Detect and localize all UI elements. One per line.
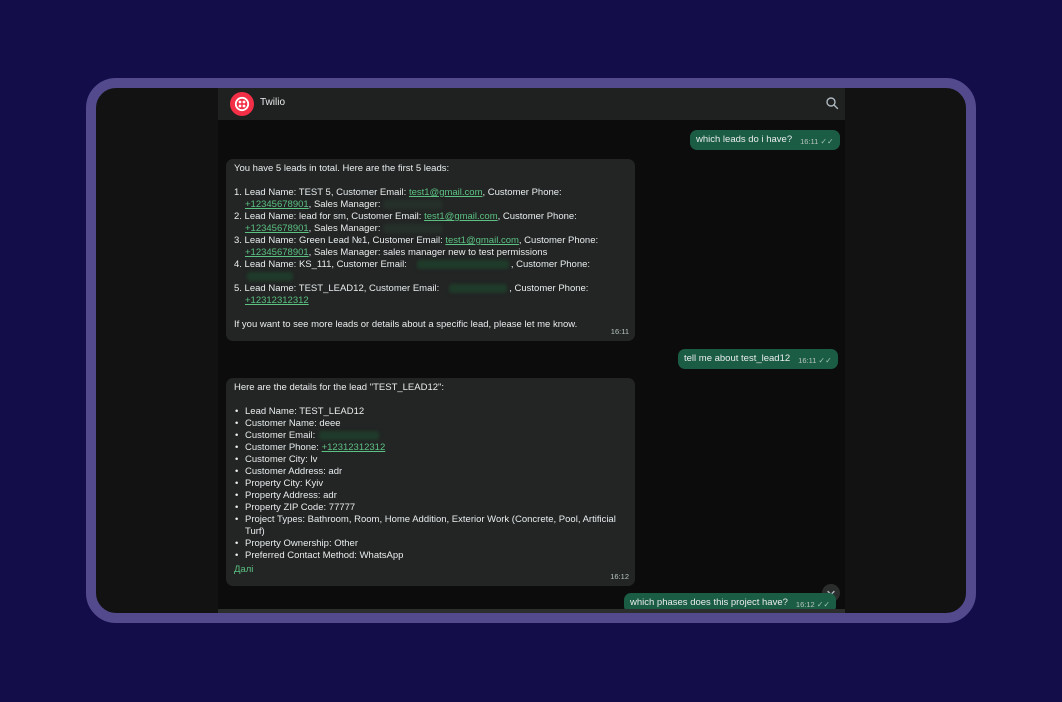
phone-link[interactable]: +12345678901 [245, 199, 309, 210]
list-item-cont: +12345678901, Sales Manager: sales manag… [245, 247, 548, 258]
redacted-text [247, 271, 293, 281]
twilio-logo-icon[interactable] [230, 92, 254, 116]
redacted-text [416, 259, 509, 269]
app-window: Twilio which leads do i have? 16:11 ✓✓ You… [86, 78, 976, 623]
message-text: which phases does this project have? [630, 597, 788, 608]
list-item-cont: +12312312312 [234, 295, 627, 307]
message-time: 16:11 [800, 137, 819, 146]
chat-panel: Twilio which leads do i have? 16:11 ✓✓ You… [218, 88, 845, 613]
list-item: Project Types: Bathroom, Room, Home Addi… [234, 514, 627, 526]
list-item: Customer City: lv [234, 454, 627, 466]
double-check-icon: ✓✓ [816, 600, 831, 609]
list-item: Property Ownership: Other [234, 538, 627, 550]
email-link[interactable]: test1@gmail.com [409, 187, 483, 198]
email-link[interactable]: test1@gmail.com [424, 211, 498, 222]
message-time: 16:11 [798, 356, 817, 365]
list-item-cont: +12345678901, Sales Manager: [234, 223, 627, 235]
list-item: Property City: Kyiv [234, 478, 627, 490]
double-check-icon: ✓✓ [820, 137, 834, 146]
contact-name: Twilio [260, 97, 286, 108]
list-item-cont: Turf) [245, 526, 265, 537]
list-item: Customer Name: deee [234, 418, 627, 430]
list-item: Customer Email: [234, 430, 627, 442]
redacted-text [319, 430, 380, 440]
incoming-message[interactable]: You have 5 leads in total. Here are the … [226, 159, 635, 341]
message-time: 16:12 [795, 600, 815, 609]
list-item: 3. Lead Name: Green Lead №1, Customer Em… [234, 235, 599, 246]
outgoing-message[interactable]: which leads do i have? 16:11 ✓✓ [690, 130, 840, 150]
message-text: Here are the details for the lead "TEST_… [234, 382, 445, 393]
incoming-message[interactable]: Here are the details for the lead "TEST_… [226, 378, 635, 586]
message-text: which leads do i have? [696, 134, 793, 145]
list-item: Customer Address: adr [234, 466, 627, 478]
list-item: Property Address: adr [234, 490, 627, 502]
message-text: tell me about test_lead12 [684, 353, 791, 364]
search-icon[interactable] [825, 96, 839, 110]
phone-link[interactable]: +12345678901 [245, 247, 309, 258]
composer-edge [218, 609, 845, 613]
message-text: You have 5 leads in total. Here are the … [234, 163, 450, 174]
double-check-icon: ✓✓ [818, 356, 832, 365]
phone-link[interactable]: +12312312312 [322, 442, 386, 453]
redacted-text [449, 283, 508, 293]
email-link[interactable]: test1@gmail.com [445, 235, 519, 246]
list-item: Customer Phone: +12312312312 [234, 442, 627, 454]
redacted-text [382, 223, 443, 233]
phone-link[interactable]: +12312312312 [245, 295, 309, 306]
read-more-link[interactable]: Далі [234, 564, 253, 576]
chat-header[interactable]: Twilio [218, 88, 845, 120]
list-item: 4. Lead Name: KS_111, Customer Email:, C… [234, 259, 591, 270]
list-item-cont: +12345678901, Sales Manager: [234, 199, 627, 211]
list-item: Preferred Contact Method: WhatsApp [234, 550, 627, 562]
outgoing-message[interactable]: tell me about test_lead12 16:11 ✓✓ [678, 349, 838, 369]
list-item-cont [234, 271, 627, 283]
list-item: Lead Name: TEST_LEAD12 [234, 406, 627, 418]
message-time: 16:12 [610, 572, 629, 581]
phone-link[interactable]: +12345678901 [245, 223, 309, 234]
message-text: If you want to see more leads or details… [234, 319, 578, 330]
list-item: Property ZIP Code: 77777 [234, 502, 627, 514]
redacted-text [382, 199, 443, 209]
message-time: 16:11 [610, 327, 629, 336]
list-item: 1. Lead Name: TEST 5, Customer Email: te… [234, 187, 562, 198]
list-item: 5. Lead Name: TEST_LEAD12, Customer Emai… [234, 283, 589, 294]
list-item: 2. Lead Name: lead for sm, Customer Emai… [234, 211, 577, 222]
